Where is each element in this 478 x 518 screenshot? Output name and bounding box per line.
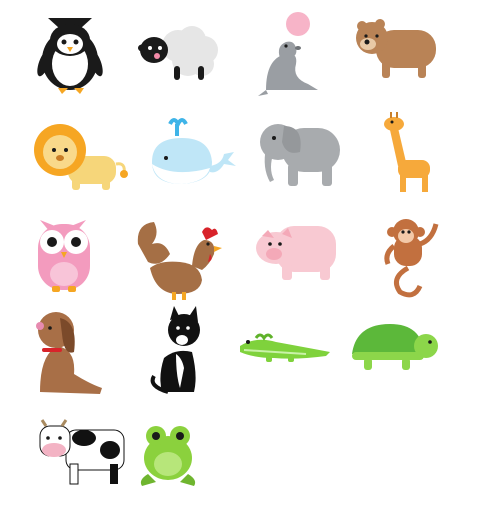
whale-icon [144,112,244,212]
frog-icon [132,418,232,518]
penguin-icon [22,8,122,108]
dog-icon [30,304,130,404]
rooster-icon [130,214,230,314]
cow-icon [36,410,136,510]
bear-icon [350,8,450,108]
giraffe-icon [368,108,468,208]
elephant-icon [252,112,352,212]
owl-icon [30,212,130,312]
monkey-icon [370,210,470,310]
crocodile-icon [236,306,336,406]
lion-icon [30,112,130,212]
sheep-icon [130,6,230,106]
cat-icon [146,306,246,406]
pig-icon [252,216,352,316]
seal-icon [246,8,346,108]
turtle-icon [346,306,446,406]
